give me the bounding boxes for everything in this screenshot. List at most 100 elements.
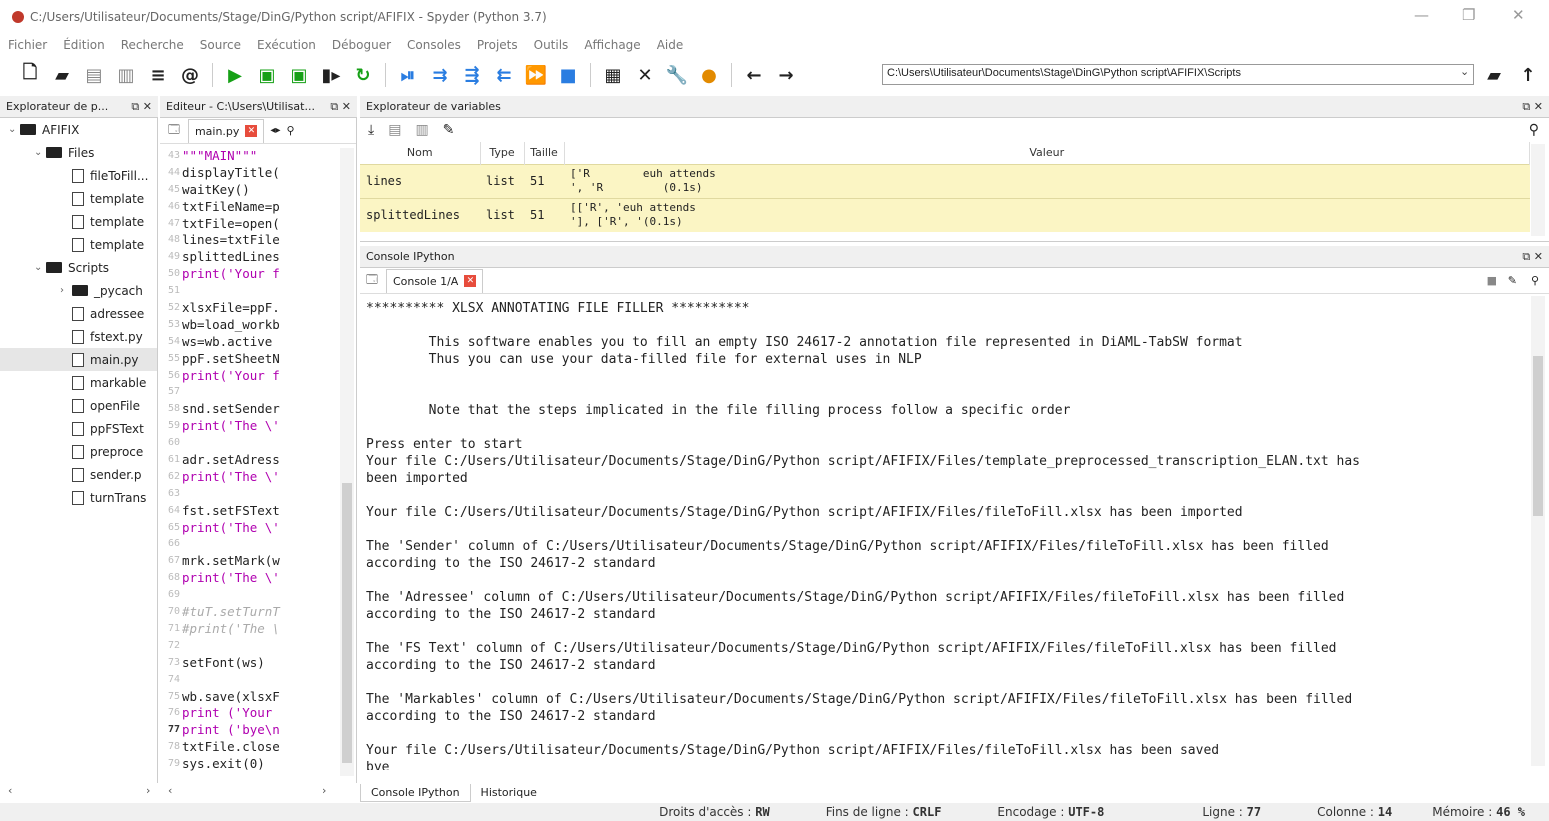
- code-line[interactable]: 53 wb=load_workb: [160, 317, 356, 334]
- menu-recherche[interactable]: Recherche: [121, 38, 184, 52]
- run-selection-icon[interactable]: ▮▸: [318, 62, 344, 88]
- code-line[interactable]: 56 print('Your f: [160, 368, 356, 385]
- new-file-icon[interactable]: 🗋: [17, 62, 43, 88]
- col-header-value[interactable]: Valeur: [564, 142, 1530, 164]
- tree-item[interactable]: openFile: [0, 394, 157, 417]
- table-row[interactable]: splittedLines list 51 [['R', 'euh attend…: [360, 197, 1530, 232]
- code-line[interactable]: 69: [160, 587, 356, 604]
- fullscreen-icon[interactable]: ✕: [632, 62, 658, 88]
- tree-item[interactable]: fileToFill...: [0, 164, 157, 187]
- code-line[interactable]: 58 snd.setSender: [160, 401, 356, 418]
- pane-options-icon[interactable]: ⧉ ✕: [1522, 100, 1543, 114]
- tab-browse-icon[interactable]: 🗔: [168, 121, 180, 140]
- code-line[interactable]: 65 print('The \': [160, 520, 356, 537]
- debug-icon[interactable]: ⏯: [395, 62, 421, 88]
- close-tab-icon[interactable]: ✕: [464, 275, 477, 287]
- step-into-icon[interactable]: ⇶: [459, 62, 485, 88]
- col-header-type[interactable]: Type: [480, 142, 525, 164]
- tab-main-py[interactable]: main.py ✕: [187, 118, 265, 143]
- search-icon[interactable]: ⚲: [286, 124, 294, 137]
- code-line[interactable]: 44 displayTitle(: [160, 165, 356, 182]
- code-line[interactable]: 67 mrk.setMark(w: [160, 553, 356, 570]
- menu-aide[interactable]: Aide: [657, 38, 684, 52]
- code-line[interactable]: 77 print ('bye\n: [160, 722, 356, 739]
- tree-item[interactable]: ⌄ Files: [0, 141, 157, 164]
- tree-item[interactable]: template: [0, 233, 157, 256]
- tree-item[interactable]: ⌄ AFIFIX: [0, 118, 157, 141]
- table-row[interactable]: lines list 51 ['R euh attends ', 'R (0.1…: [360, 163, 1530, 198]
- close-tab-icon[interactable]: ✕: [245, 125, 258, 137]
- col-header-size[interactable]: Taille: [524, 142, 565, 164]
- pane-options-icon[interactable]: ⧉ ✕: [131, 100, 152, 114]
- tab-console-ipython[interactable]: Console IPython: [360, 784, 471, 802]
- expand-arrow-icon[interactable]: ⌄: [34, 262, 46, 273]
- rerun-icon[interactable]: ↻: [350, 62, 376, 88]
- col-header-name[interactable]: Nom: [360, 142, 481, 164]
- menu-affichage[interactable]: Affichage: [584, 38, 640, 52]
- options-icon[interactable]: ✎: [1508, 274, 1517, 287]
- at-icon[interactable]: @: [177, 62, 203, 88]
- back-arrow-icon[interactable]: ←: [741, 62, 767, 88]
- code-line[interactable]: 74: [160, 672, 356, 689]
- code-line[interactable]: 51: [160, 283, 356, 300]
- code-line[interactable]: 50 print('Your f: [160, 266, 356, 283]
- code-line[interactable]: 48 lines=txtFile: [160, 232, 356, 249]
- menu-fichier[interactable]: Fichier: [8, 38, 47, 52]
- code-line[interactable]: 46 txtFileName=p: [160, 199, 356, 216]
- code-line[interactable]: 45 waitKey(): [160, 182, 356, 199]
- stop-console-icon[interactable]: ■: [1487, 274, 1497, 287]
- stop-icon[interactable]: ■: [555, 62, 581, 88]
- import-data-icon[interactable]: ⤓: [368, 122, 374, 138]
- step-return-icon[interactable]: ⇇: [491, 62, 517, 88]
- code-line[interactable]: 66: [160, 536, 356, 553]
- pane-options-icon[interactable]: ⧉ ✕: [1522, 250, 1543, 264]
- parent-directory-icon[interactable]: ↑: [1515, 62, 1541, 88]
- tree-item[interactable]: main.py: [0, 348, 157, 371]
- working-directory-input[interactable]: C:\Users\Utilisateur\Documents\Stage\Din…: [882, 64, 1474, 85]
- code-line[interactable]: 70 #tuT.setTurnT: [160, 604, 356, 621]
- menu-outils[interactable]: Outils: [534, 38, 569, 52]
- tree-item[interactable]: ⌄ Scripts: [0, 256, 157, 279]
- variable-scrollbar[interactable]: [1531, 144, 1545, 236]
- step-icon[interactable]: ⇉: [427, 62, 453, 88]
- horizontal-scrollbar[interactable]: ‹ › ‹ ›: [0, 784, 358, 802]
- tree-item[interactable]: turnTrans: [0, 486, 157, 509]
- code-line[interactable]: 73 setFont(ws): [160, 655, 356, 672]
- code-line[interactable]: 68 print('The \': [160, 570, 356, 587]
- maximize-pane-icon[interactable]: ▦: [600, 62, 626, 88]
- menu-execution[interactable]: Exécution: [257, 38, 316, 52]
- python-path-icon[interactable]: ●: [696, 62, 722, 88]
- forward-arrow-icon[interactable]: →: [773, 62, 799, 88]
- code-line[interactable]: 57: [160, 384, 356, 401]
- code-line[interactable]: 47 txtFile=open(: [160, 216, 356, 233]
- close-icon[interactable]: ✕: [1512, 6, 1525, 24]
- code-line[interactable]: 79 sys.exit(0): [160, 756, 356, 773]
- tree-item[interactable]: template: [0, 187, 157, 210]
- pane-options-icon[interactable]: ⧉ ✕: [330, 100, 351, 114]
- tab-historique[interactable]: Historique: [471, 784, 547, 802]
- menu-deboguer[interactable]: Déboguer: [332, 38, 391, 52]
- save-data-icon[interactable]: ▤: [388, 122, 401, 138]
- restore-icon[interactable]: ❐: [1462, 6, 1475, 24]
- code-line[interactable]: 76 print ('Your: [160, 705, 356, 722]
- code-line[interactable]: 60: [160, 435, 356, 452]
- code-line[interactable]: 75 wb.save(xlsxF: [160, 689, 356, 706]
- search-icon[interactable]: ⚲: [1529, 122, 1539, 138]
- expand-arrow-icon[interactable]: ⌄: [8, 124, 20, 135]
- code-line[interactable]: 43 """MAIN""": [160, 148, 356, 165]
- menu-edition[interactable]: Édition: [63, 38, 105, 52]
- tree-item[interactable]: › _pycach: [0, 279, 157, 302]
- list-icon[interactable]: ≡: [145, 62, 171, 88]
- chevron-down-icon[interactable]: ⌄: [1460, 65, 1469, 78]
- continue-icon[interactable]: ⏩: [523, 62, 549, 88]
- code-line[interactable]: 62 print('The \': [160, 469, 356, 486]
- code-line[interactable]: 64 fst.setFSText: [160, 503, 356, 520]
- code-line[interactable]: 61 adr.setAdress: [160, 452, 356, 469]
- menu-source[interactable]: Source: [200, 38, 241, 52]
- open-folder-icon[interactable]: ▰: [49, 62, 75, 88]
- tree-item[interactable]: adressee: [0, 302, 157, 325]
- tab-scroll-icon[interactable]: ◂▸: [270, 125, 280, 136]
- code-line[interactable]: 59 print('The \': [160, 418, 356, 435]
- preferences-wrench-icon[interactable]: 🔧: [664, 62, 690, 88]
- browse-folder-icon[interactable]: ▰: [1481, 62, 1507, 88]
